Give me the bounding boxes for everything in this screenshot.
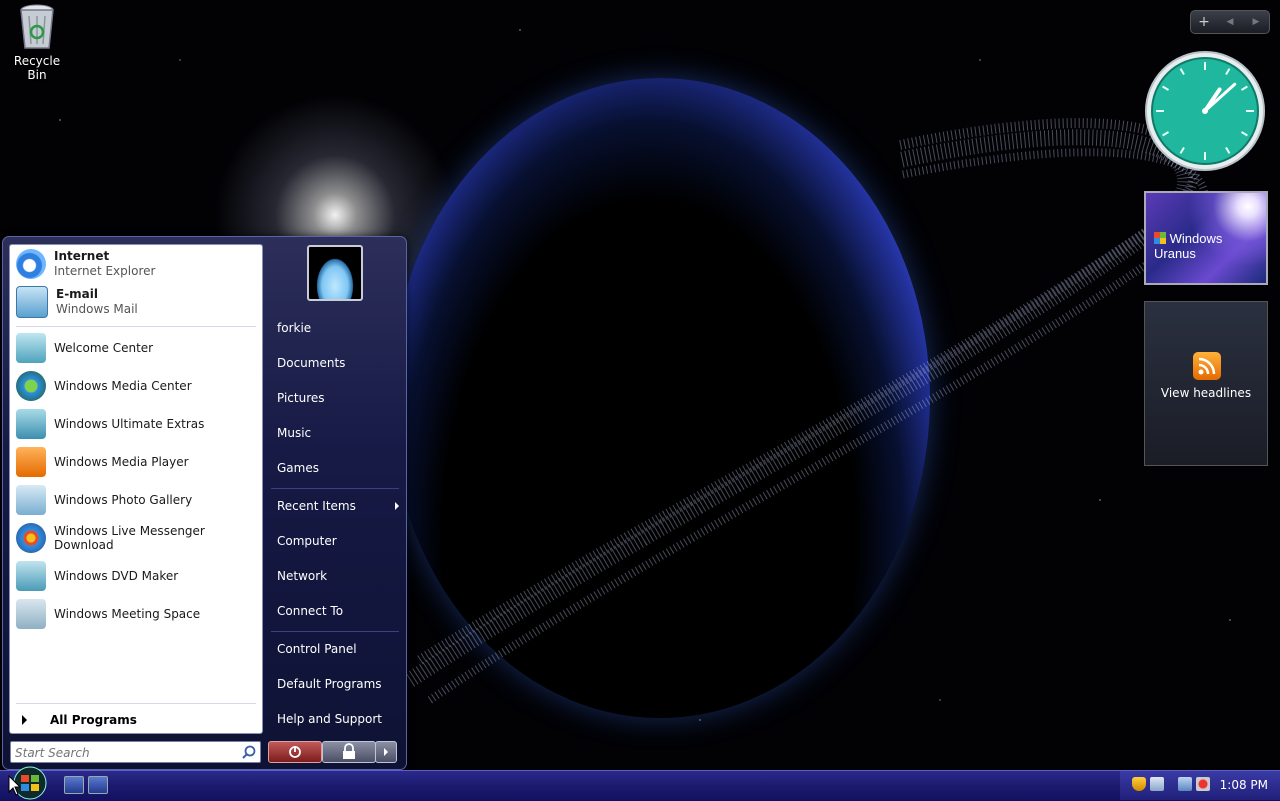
recent-program[interactable]: Windows Media Center: [12, 368, 258, 404]
add-gadget-button[interactable]: +: [1191, 14, 1217, 30]
meeting-space-icon: [16, 599, 46, 629]
mouse-cursor-icon: [8, 775, 22, 796]
media-player-icon: [16, 447, 46, 477]
help-and-support-link[interactable]: Help and Support: [271, 704, 405, 734]
power-button[interactable]: [268, 741, 322, 763]
pinned-email-subtitle: Windows Mail: [56, 302, 138, 316]
expand-arrow-icon: [22, 715, 27, 725]
recent-program-label: Windows Photo Gallery: [54, 493, 193, 507]
live-messenger-icon: [16, 523, 46, 553]
recent-items-label: Recent Items: [277, 499, 356, 513]
clock-gadget[interactable]: [1144, 50, 1266, 172]
recent-items-link[interactable]: Recent Items: [271, 491, 405, 521]
start-search-box[interactable]: [10, 741, 261, 763]
slideshow-gadget[interactable]: Windows Uranus: [1144, 191, 1268, 285]
all-programs-label: All Programs: [50, 713, 137, 727]
recent-program[interactable]: Windows DVD Maker: [12, 558, 258, 594]
pinned-email-title: E-mail: [56, 287, 99, 301]
recent-program[interactable]: Windows Meeting Space: [12, 596, 258, 632]
pictures-link[interactable]: Pictures: [271, 383, 405, 413]
recent-program-label: Windows Media Center: [54, 379, 192, 393]
taskbar: [0, 770, 1280, 801]
dvd-maker-icon: [16, 561, 46, 591]
recent-program-label: Windows Media Player: [54, 455, 189, 469]
all-programs-button[interactable]: All Programs: [10, 711, 260, 731]
ultimate-extras-icon: [16, 409, 46, 439]
network-link[interactable]: Network: [271, 561, 405, 591]
recycle-bin-icon: [20, 4, 54, 49]
recent-program[interactable]: Windows Media Player: [12, 444, 258, 480]
user-picture[interactable]: [307, 245, 363, 301]
documents-link[interactable]: Documents: [271, 348, 405, 378]
start-menu: Internet Internet Explorer E-mail Windows …: [2, 236, 407, 770]
search-icon[interactable]: [242, 745, 256, 759]
all-programs-separator: [16, 703, 256, 704]
internet-explorer-icon: [16, 249, 46, 279]
recent-program[interactable]: Windows Ultimate Extras: [12, 406, 258, 442]
photo-gallery-icon: [16, 485, 46, 515]
recent-program-label: Windows DVD Maker: [54, 569, 179, 583]
taskbar-clock[interactable]: 1:08 PM: [1220, 778, 1268, 792]
recent-program-label: Windows Meeting Space: [54, 607, 201, 621]
volume-muted-icon[interactable]: [1196, 777, 1210, 791]
notification-area: 1:08 PM: [1120, 771, 1280, 800]
games-link[interactable]: Games: [271, 453, 405, 483]
previous-page-button[interactable]: ◀: [1217, 17, 1243, 27]
recent-program-label: Welcome Center: [54, 341, 154, 355]
rss-icon: [1193, 352, 1221, 380]
security-shield-icon[interactable]: [1132, 777, 1146, 791]
power-icon: [289, 746, 301, 758]
welcome-center-icon: [16, 333, 46, 363]
switch-windows-icon[interactable]: [88, 776, 108, 794]
submenu-arrow-icon: [395, 502, 399, 510]
chevron-right-icon: [384, 748, 388, 756]
feed-headlines-gadget[interactable]: View headlines: [1144, 301, 1268, 466]
recycle-bin[interactable]: Recycle Bin: [4, 2, 70, 82]
network-icon[interactable]: [1178, 777, 1192, 791]
default-programs-link[interactable]: Default Programs: [271, 669, 405, 699]
pinned-separator: [16, 326, 256, 327]
recent-program[interactable]: Welcome Center: [12, 330, 258, 366]
user-folder-link[interactable]: forkie: [271, 313, 405, 343]
media-center-icon: [16, 371, 46, 401]
control-panel-link[interactable]: Control Panel: [271, 634, 405, 664]
shutdown-options-button[interactable]: [375, 741, 397, 763]
start-menu-programs-pane: Internet Internet Explorer E-mail Windows …: [9, 244, 263, 734]
recent-program[interactable]: Windows Live Messenger Download: [12, 520, 258, 556]
windows-mail-icon: [16, 286, 48, 318]
slideshow-caption: Windows Uranus: [1154, 231, 1223, 261]
pinned-internet-subtitle: Internet Explorer: [54, 264, 156, 278]
recent-program-label: Windows Live Messenger Download: [54, 524, 205, 552]
pinned-email[interactable]: E-mail Windows Mail: [12, 284, 258, 320]
view-headlines-label[interactable]: View headlines: [1145, 386, 1267, 400]
recent-program[interactable]: Windows Photo Gallery: [12, 482, 258, 518]
sidebar-controls: + ◀ ▶: [1190, 10, 1270, 34]
music-link[interactable]: Music: [271, 418, 405, 448]
recent-program-label: Windows Ultimate Extras: [54, 417, 205, 431]
show-desktop-icon[interactable]: [64, 776, 84, 794]
right-separator: [271, 631, 399, 632]
next-page-button[interactable]: ▶: [1243, 17, 1269, 27]
pinned-internet[interactable]: Internet Internet Explorer: [12, 246, 258, 282]
computer-link[interactable]: Computer: [271, 526, 405, 556]
start-search-input[interactable]: [11, 743, 241, 763]
lock-button[interactable]: [322, 741, 376, 763]
windows-flag-icon: [1154, 232, 1166, 244]
pinned-internet-title: Internet: [54, 249, 110, 263]
lock-icon: [343, 743, 355, 759]
right-separator: [271, 488, 399, 489]
sidebar-tray-icon[interactable]: [1150, 777, 1164, 791]
connect-to-link[interactable]: Connect To: [271, 596, 405, 626]
recycle-bin-label: Recycle Bin: [13, 54, 61, 82]
